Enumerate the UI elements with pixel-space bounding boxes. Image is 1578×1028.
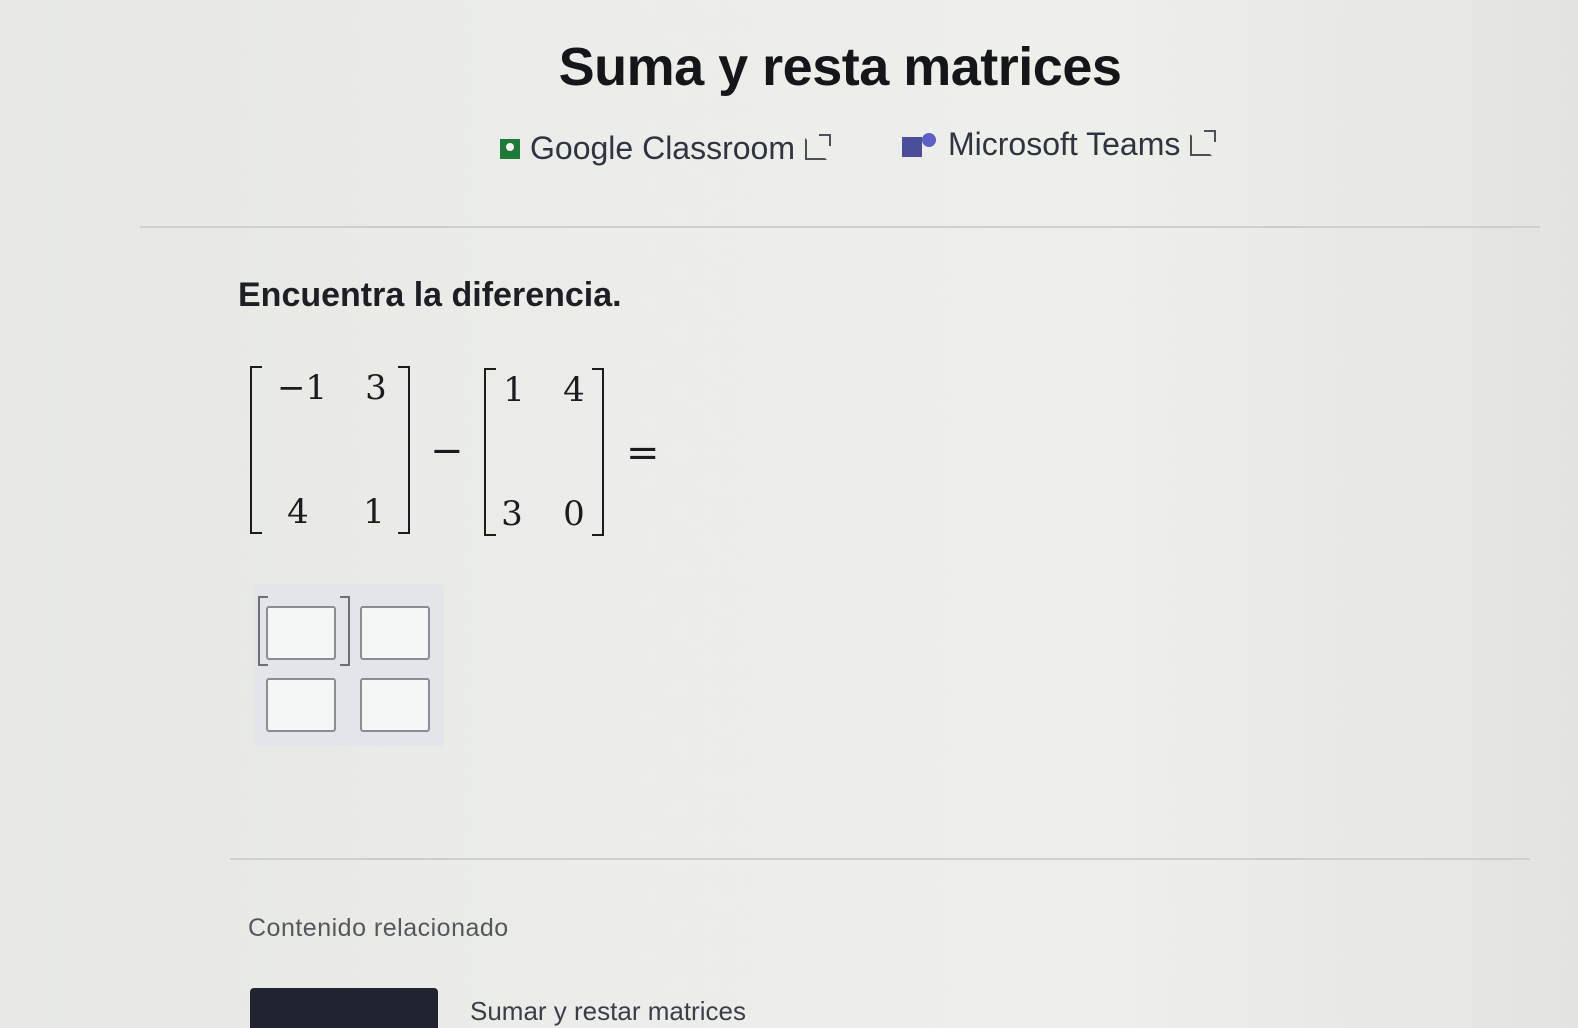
related-video-thumbnail[interactable]: [250, 988, 438, 1028]
matrix-a-cell: −1: [276, 368, 328, 408]
exercise-prompt: Encuentra la diferencia.: [238, 276, 622, 314]
microsoft-teams-label: Microsoft Teams: [948, 126, 1181, 162]
google-classroom-share-link[interactable]: Google Classroom: [500, 130, 831, 167]
answer-bracket-right: [340, 596, 350, 666]
external-link-icon: [805, 133, 831, 160]
matrix-a-cell: 1: [363, 492, 385, 532]
matrix-bracket-left: [250, 366, 262, 534]
equals-sign: =: [626, 430, 660, 476]
matrix-a: −1 3 4 1: [250, 366, 410, 534]
answer-input-r2c1[interactable]: [266, 678, 336, 732]
answer-input-r1c1[interactable]: [266, 606, 336, 660]
matrix-b: 1 4 3 0: [484, 368, 604, 536]
answer-input-r1c2[interactable]: [360, 606, 430, 660]
matrix-a-cell: 3: [365, 368, 387, 408]
google-classroom-label: Google Classroom: [530, 130, 795, 166]
matrix-b-cell: 1: [503, 370, 525, 410]
minus-operator: −: [430, 428, 464, 474]
matrix-b-cell: 3: [501, 494, 523, 534]
divider: [140, 226, 1540, 228]
related-content-link[interactable]: Sumar y restar matrices: [470, 996, 746, 1027]
page-title: Suma y resta matrices: [558, 37, 1122, 97]
matrix-bracket-right: [592, 368, 604, 536]
google-classroom-icon: [500, 138, 520, 159]
answer-matrix: [254, 584, 444, 746]
matrix-a-cell: 4: [287, 492, 309, 532]
answer-input-r2c2[interactable]: [360, 678, 430, 732]
external-link-icon: [1190, 129, 1217, 156]
microsoft-teams-icon: [902, 132, 936, 157]
microsoft-teams-share-link[interactable]: Microsoft Teams: [902, 126, 1217, 163]
matrix-bracket-right: [398, 366, 410, 534]
related-content-heading: Contenido relacionado: [248, 914, 509, 942]
divider: [230, 858, 1530, 860]
